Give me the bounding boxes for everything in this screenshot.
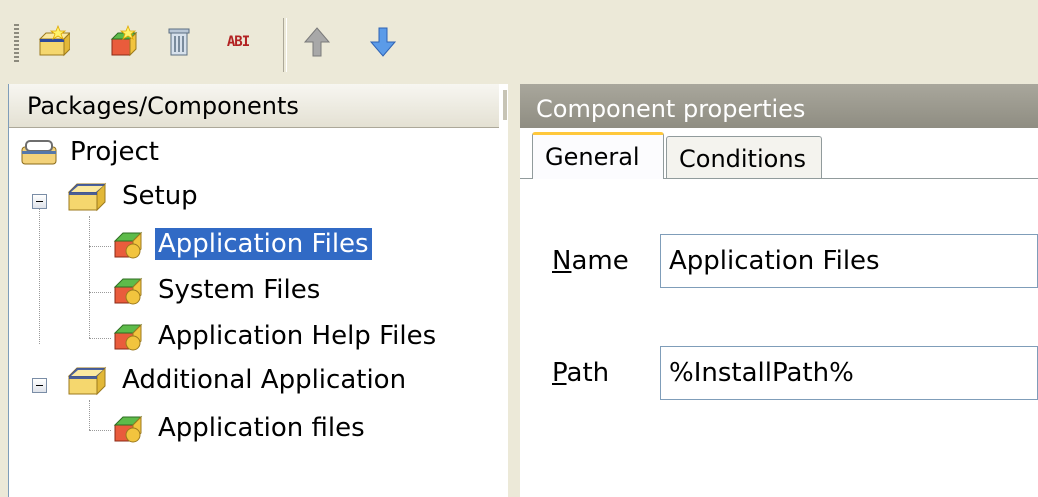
path-field-value: %InstallPath% [669,358,854,388]
toolbar-separator [283,18,287,72]
package-icon [65,178,109,214]
path-field-label: Path [552,358,610,388]
component-icon [109,225,147,263]
component-icon [109,317,147,355]
toolbar: ABI [0,0,1038,82]
rename-icon: ABI [226,34,250,50]
project-icon [19,137,59,167]
tree-node-project[interactable]: Project [19,132,162,172]
component-icon [109,409,147,447]
properties-tabstrip: General Conditions [520,128,1038,179]
collapse-toggle-setup[interactable] [32,194,47,209]
path-field[interactable]: %InstallPath% [660,346,1038,400]
toolbar-grip[interactable] [14,24,19,64]
tab-label: Conditions [679,145,807,173]
move-up-button[interactable] [297,20,337,64]
tree-line [89,430,111,431]
name-field[interactable]: Application Files [660,234,1038,288]
tree-node-label: System Files [158,275,321,305]
rename-button[interactable]: ABI [218,20,258,64]
tree-node-system-files[interactable]: System Files [109,270,323,310]
delete-icon [164,25,194,59]
tree-node-additional-application[interactable]: Additional Application [65,360,409,400]
header-resize-handle[interactable] [502,90,507,120]
tree-node-label: Additional Application [122,365,407,395]
tree-node-application-files[interactable]: Application Files [109,224,372,264]
new-component-icon [106,25,140,59]
pane-splitter[interactable] [508,84,520,497]
move-down-button[interactable] [363,20,403,64]
new-package-button[interactable] [33,20,73,64]
tree-line [89,338,111,339]
tab-label: General [545,143,640,171]
tree-node-setup[interactable]: Setup [65,176,201,216]
tree-line [89,246,111,247]
component-properties-title: Component properties [536,95,806,123]
tree-line [39,196,40,344]
collapse-toggle-additional-application[interactable] [32,378,47,393]
tree-node-label: Application Files [155,228,372,260]
tree-line [89,216,90,338]
move-down-icon [368,25,398,59]
tree-line [89,292,111,293]
component-properties-header: Component properties [520,84,1038,128]
move-up-icon [302,25,332,59]
tree-node-label: Application files [158,413,365,443]
tab-conditions[interactable]: Conditions [666,136,822,178]
package-icon [65,362,109,398]
name-field-value: Application Files [669,246,880,276]
tree-node-application-files-2[interactable]: Application files [109,408,368,448]
new-component-button[interactable] [103,20,143,64]
packages-components-title: Packages/Components [27,92,299,120]
delete-button[interactable] [159,20,199,64]
tree-node-label: Setup [122,181,198,211]
packages-components-header: Packages/Components [9,84,507,128]
tree-node-label: Application Help Files [158,321,437,351]
tree-node-application-help-files[interactable]: Application Help Files [109,316,439,356]
package-tree: Project Setup Application Files System F… [9,128,509,497]
tab-general[interactable]: General [532,132,664,179]
tree-node-label: Project [70,137,159,167]
component-icon [109,271,147,309]
packages-components-pane: Packages/Components Project Setup Applic… [8,84,509,497]
tree-line [89,400,90,430]
new-package-icon [36,25,70,59]
component-properties-pane: Component properties General Conditions … [520,84,1038,497]
name-field-label: Name [552,246,629,276]
